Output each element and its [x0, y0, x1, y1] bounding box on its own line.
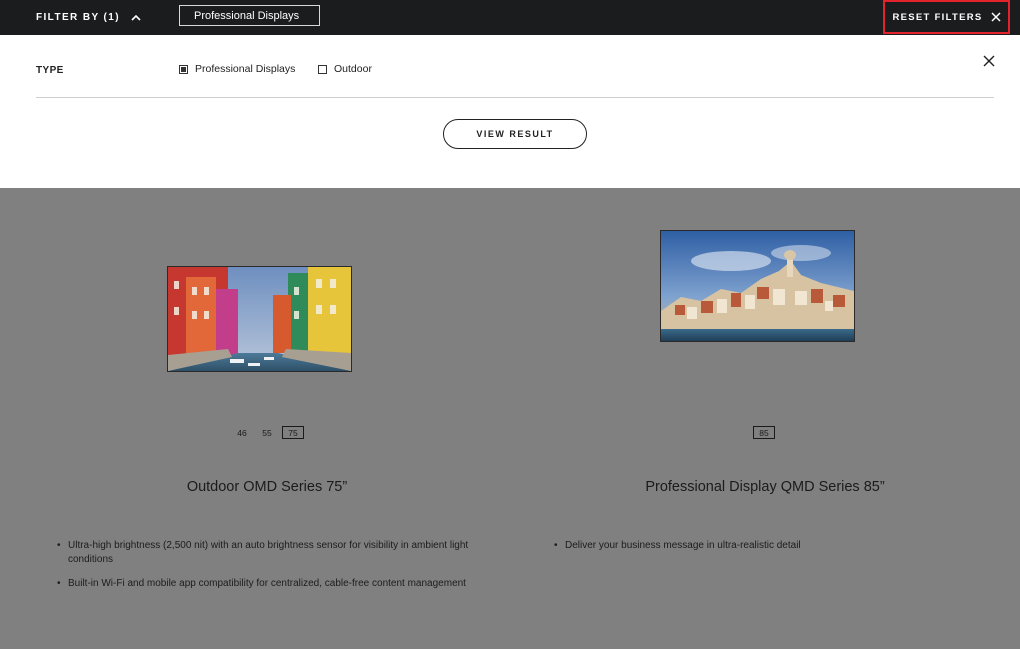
reset-filters-label: RESET FILTERS — [892, 11, 983, 23]
panel-divider — [36, 97, 994, 98]
size-option-55[interactable]: 55 — [257, 426, 277, 439]
type-filter-label: TYPE — [36, 65, 64, 76]
product-name[interactable]: Professional Display QMD Series 85” — [510, 479, 1020, 495]
product-image-professional-qmd[interactable] — [660, 230, 855, 342]
size-selector: 46 55 75 — [232, 426, 309, 439]
canal-houses-picture — [168, 267, 351, 371]
filter-panel: TYPE Professional Displays Outdoor VIEW … — [0, 35, 1020, 188]
feature-item: Built-in Wi-Fi and mobile app compatibil… — [57, 577, 477, 591]
active-filter-chip-label: Professional Displays — [194, 9, 300, 22]
feature-list: Deliver your business message in ultra-r… — [554, 539, 974, 563]
type-option-professional-displays[interactable]: Professional Displays — [179, 63, 295, 75]
size-option-75[interactable]: 75 — [282, 426, 304, 439]
filter-bar: FILTER BY (1) Professional Displays RESE… — [0, 0, 1020, 35]
product-card-professional-qmd: 85 Professional Display QMD Series 85” D… — [510, 188, 1020, 649]
type-option-label: Professional Displays — [195, 63, 296, 75]
product-image-outdoor-omd[interactable] — [167, 266, 352, 372]
reset-filters-button[interactable]: RESET FILTERS — [883, 0, 1010, 34]
filter-by-toggle[interactable]: FILTER BY (1) — [36, 0, 142, 35]
size-selector: 85 — [753, 426, 780, 439]
size-option-46[interactable]: 46 — [232, 426, 252, 439]
active-filter-chip[interactable]: Professional Displays — [179, 5, 320, 26]
view-result-label: VIEW RESULT — [476, 129, 554, 139]
view-result-button[interactable]: VIEW RESULT — [443, 119, 587, 149]
size-option-85[interactable]: 85 — [753, 426, 775, 439]
feature-item: Ultra-high brightness (2,500 nit) with a… — [57, 539, 477, 567]
checkbox-unchecked[interactable] — [318, 64, 327, 74]
type-option-outdoor[interactable]: Outdoor — [318, 63, 372, 75]
close-icon — [991, 12, 1001, 22]
chevron-up-icon — [131, 14, 141, 21]
checkbox-checked[interactable] — [179, 64, 188, 74]
product-name[interactable]: Outdoor OMD Series 75” — [12, 479, 522, 495]
product-card-outdoor-omd: 46 55 75 Outdoor OMD Series 75” Ultra-hi… — [0, 188, 510, 649]
close-icon[interactable] — [983, 55, 995, 67]
filter-by-label: FILTER BY (1) — [36, 12, 120, 23]
feature-item: Deliver your business message in ultra-r… — [554, 539, 974, 553]
coastal-town-picture — [661, 231, 854, 341]
type-option-label: Outdoor — [334, 63, 372, 75]
feature-list: Ultra-high brightness (2,500 nit) with a… — [57, 539, 477, 601]
